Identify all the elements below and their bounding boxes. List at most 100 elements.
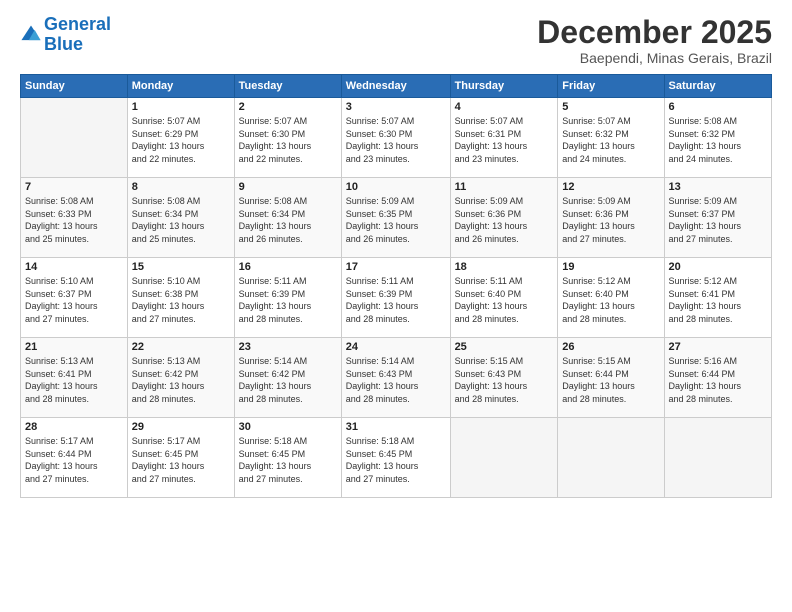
day-number: 2: [239, 101, 337, 113]
calendar-cell: 4 Sunrise: 5:07 AM Sunset: 6:31 PM Daylig…: [450, 98, 558, 178]
day-info: Sunrise: 5:08 AM Sunset: 6:34 PM Dayligh…: [132, 195, 230, 245]
calendar-week-row: 21 Sunrise: 5:13 AM Sunset: 6:41 PM Dayli…: [21, 338, 772, 418]
day-info: Sunrise: 5:18 AM Sunset: 6:45 PM Dayligh…: [346, 435, 446, 485]
day-number: 17: [346, 261, 446, 273]
calendar-cell: 27 Sunrise: 5:16 AM Sunset: 6:44 PM Dayli…: [664, 338, 771, 418]
day-number: 9: [239, 181, 337, 193]
day-info: Sunrise: 5:07 AM Sunset: 6:29 PM Dayligh…: [132, 115, 230, 165]
day-info: Sunrise: 5:11 AM Sunset: 6:39 PM Dayligh…: [239, 275, 337, 325]
calendar-week-row: 28 Sunrise: 5:17 AM Sunset: 6:44 PM Dayli…: [21, 418, 772, 498]
calendar-cell: [558, 418, 664, 498]
header-friday: Friday: [558, 75, 664, 98]
day-number: 14: [25, 261, 123, 273]
calendar-cell: 24 Sunrise: 5:14 AM Sunset: 6:43 PM Dayli…: [341, 338, 450, 418]
day-number: 16: [239, 261, 337, 273]
day-info: Sunrise: 5:15 AM Sunset: 6:44 PM Dayligh…: [562, 355, 659, 405]
header-tuesday: Tuesday: [234, 75, 341, 98]
page: General Blue December 2025 Baependi, Min…: [0, 0, 792, 612]
logo-text: General Blue: [44, 15, 111, 55]
day-number: 7: [25, 181, 123, 193]
day-number: 19: [562, 261, 659, 273]
day-info: Sunrise: 5:18 AM Sunset: 6:45 PM Dayligh…: [239, 435, 337, 485]
day-info: Sunrise: 5:08 AM Sunset: 6:34 PM Dayligh…: [239, 195, 337, 245]
day-info: Sunrise: 5:14 AM Sunset: 6:43 PM Dayligh…: [346, 355, 446, 405]
calendar-cell: [450, 418, 558, 498]
calendar-cell: 21 Sunrise: 5:13 AM Sunset: 6:41 PM Dayli…: [21, 338, 128, 418]
calendar-cell: 29 Sunrise: 5:17 AM Sunset: 6:45 PM Dayli…: [127, 418, 234, 498]
day-number: 18: [455, 261, 554, 273]
day-number: 13: [669, 181, 767, 193]
calendar-cell: 9 Sunrise: 5:08 AM Sunset: 6:34 PM Daylig…: [234, 178, 341, 258]
logo-line1: General: [44, 14, 111, 34]
day-number: 5: [562, 101, 659, 113]
day-number: 4: [455, 101, 554, 113]
day-info: Sunrise: 5:11 AM Sunset: 6:39 PM Dayligh…: [346, 275, 446, 325]
day-info: Sunrise: 5:13 AM Sunset: 6:41 PM Dayligh…: [25, 355, 123, 405]
calendar-cell: 8 Sunrise: 5:08 AM Sunset: 6:34 PM Daylig…: [127, 178, 234, 258]
calendar-cell: 15 Sunrise: 5:10 AM Sunset: 6:38 PM Dayli…: [127, 258, 234, 338]
calendar-cell: 2Sunrise: 5:07 AM Sunset: 6:30 PM Daylig…: [234, 98, 341, 178]
day-info: Sunrise: 5:15 AM Sunset: 6:43 PM Dayligh…: [455, 355, 554, 405]
logo-icon: [20, 24, 42, 46]
calendar-cell: 7Sunrise: 5:08 AM Sunset: 6:33 PM Daylig…: [21, 178, 128, 258]
header: General Blue December 2025 Baependi, Min…: [20, 15, 772, 66]
day-info: Sunrise: 5:09 AM Sunset: 6:35 PM Dayligh…: [346, 195, 446, 245]
day-info: Sunrise: 5:09 AM Sunset: 6:36 PM Dayligh…: [562, 195, 659, 245]
day-number: 8: [132, 181, 230, 193]
calendar-table: Sunday Monday Tuesday Wednesday Thursday…: [20, 74, 772, 498]
calendar-cell: 28 Sunrise: 5:17 AM Sunset: 6:44 PM Dayli…: [21, 418, 128, 498]
calendar-cell: 20 Sunrise: 5:12 AM Sunset: 6:41 PM Dayli…: [664, 258, 771, 338]
title-block: December 2025 Baependi, Minas Gerais, Br…: [537, 15, 772, 66]
month-title: December 2025: [537, 15, 772, 50]
calendar-cell: 6Sunrise: 5:08 AM Sunset: 6:32 PM Daylig…: [664, 98, 771, 178]
day-number: 21: [25, 341, 123, 353]
day-number: 31: [346, 421, 446, 433]
day-number: 29: [132, 421, 230, 433]
calendar-week-row: 7Sunrise: 5:08 AM Sunset: 6:33 PM Daylig…: [21, 178, 772, 258]
calendar-cell: 19 Sunrise: 5:12 AM Sunset: 6:40 PM Dayli…: [558, 258, 664, 338]
day-info: Sunrise: 5:12 AM Sunset: 6:41 PM Dayligh…: [669, 275, 767, 325]
day-info: Sunrise: 5:17 AM Sunset: 6:45 PM Dayligh…: [132, 435, 230, 485]
day-info: Sunrise: 5:10 AM Sunset: 6:38 PM Dayligh…: [132, 275, 230, 325]
header-thursday: Thursday: [450, 75, 558, 98]
calendar-week-row: 14 Sunrise: 5:10 AM Sunset: 6:37 PM Dayli…: [21, 258, 772, 338]
logo: General Blue: [20, 15, 111, 55]
day-number: 25: [455, 341, 554, 353]
calendar-cell: 18Sunrise: 5:11 AM Sunset: 6:40 PM Dayli…: [450, 258, 558, 338]
day-number: 6: [669, 101, 767, 113]
day-number: 1: [132, 101, 230, 113]
location-subtitle: Baependi, Minas Gerais, Brazil: [537, 50, 772, 66]
day-info: Sunrise: 5:17 AM Sunset: 6:44 PM Dayligh…: [25, 435, 123, 485]
day-info: Sunrise: 5:14 AM Sunset: 6:42 PM Dayligh…: [239, 355, 337, 405]
day-number: 27: [669, 341, 767, 353]
calendar-cell: 23Sunrise: 5:14 AM Sunset: 6:42 PM Dayli…: [234, 338, 341, 418]
day-number: 28: [25, 421, 123, 433]
day-number: 15: [132, 261, 230, 273]
calendar-cell: 25 Sunrise: 5:15 AM Sunset: 6:43 PM Dayli…: [450, 338, 558, 418]
day-number: 22: [132, 341, 230, 353]
calendar-cell: 10Sunrise: 5:09 AM Sunset: 6:35 PM Dayli…: [341, 178, 450, 258]
calendar-cell: [21, 98, 128, 178]
calendar-cell: 14 Sunrise: 5:10 AM Sunset: 6:37 PM Dayli…: [21, 258, 128, 338]
day-info: Sunrise: 5:10 AM Sunset: 6:37 PM Dayligh…: [25, 275, 123, 325]
calendar-cell: 1 Sunrise: 5:07 AM Sunset: 6:29 PM Daylig…: [127, 98, 234, 178]
day-info: Sunrise: 5:12 AM Sunset: 6:40 PM Dayligh…: [562, 275, 659, 325]
day-info: Sunrise: 5:07 AM Sunset: 6:31 PM Dayligh…: [455, 115, 554, 165]
calendar-cell: 17 Sunrise: 5:11 AM Sunset: 6:39 PM Dayli…: [341, 258, 450, 338]
day-number: 26: [562, 341, 659, 353]
calendar-week-row: 1 Sunrise: 5:07 AM Sunset: 6:29 PM Daylig…: [21, 98, 772, 178]
header-wednesday: Wednesday: [341, 75, 450, 98]
logo-line2: Blue: [44, 34, 83, 54]
calendar-cell: [664, 418, 771, 498]
calendar-header-row: Sunday Monday Tuesday Wednesday Thursday…: [21, 75, 772, 98]
day-info: Sunrise: 5:13 AM Sunset: 6:42 PM Dayligh…: [132, 355, 230, 405]
day-info: Sunrise: 5:09 AM Sunset: 6:36 PM Dayligh…: [455, 195, 554, 245]
day-info: Sunrise: 5:07 AM Sunset: 6:32 PM Dayligh…: [562, 115, 659, 165]
day-info: Sunrise: 5:16 AM Sunset: 6:44 PM Dayligh…: [669, 355, 767, 405]
day-number: 24: [346, 341, 446, 353]
header-saturday: Saturday: [664, 75, 771, 98]
day-number: 3: [346, 101, 446, 113]
day-number: 20: [669, 261, 767, 273]
calendar-cell: 11Sunrise: 5:09 AM Sunset: 6:36 PM Dayli…: [450, 178, 558, 258]
calendar-cell: 12Sunrise: 5:09 AM Sunset: 6:36 PM Dayli…: [558, 178, 664, 258]
